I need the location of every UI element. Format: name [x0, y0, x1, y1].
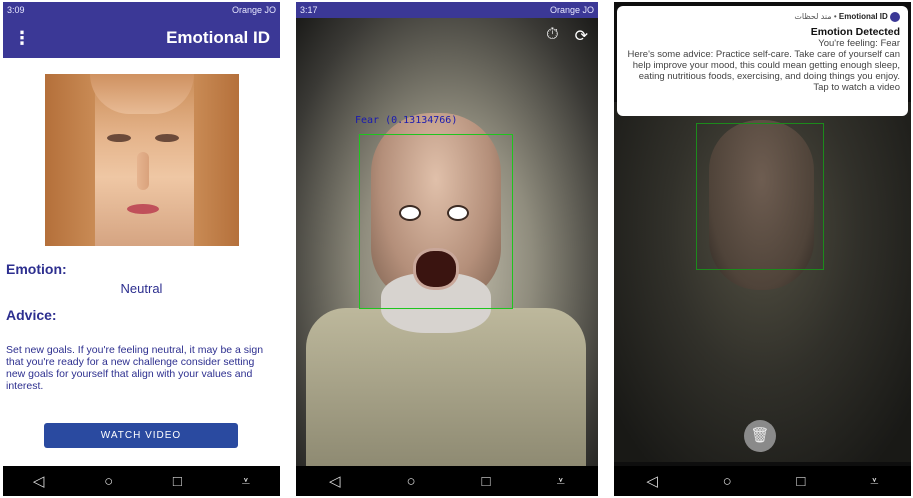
camera-screen: 3:17 Orange JO ⏱ ⟳ Fear (0.13134766) ◁ ○… [296, 2, 598, 496]
notification-source: مند لحظات [794, 12, 832, 22]
nav-bar: ◁ ○ □ ⩡ [614, 466, 911, 496]
advice-label: Advice: [6, 307, 57, 323]
watch-video-button[interactable]: WATCH VIDEO [44, 423, 238, 448]
nav-extra-icon[interactable]: ⩡ [870, 473, 878, 490]
nav-bar: ◁ ○ □ ⩡ [3, 466, 280, 496]
camera-controls: ⏱ ⟳ [546, 26, 588, 46]
home-icon[interactable]: ○ [406, 473, 415, 490]
notification-app: Emotional ID [838, 12, 888, 22]
status-carrier: Orange JO [549, 5, 594, 15]
status-time: 3:17 [300, 5, 318, 15]
status-bar: 3:09 Orange JO [3, 2, 280, 18]
notification-line2: Here's some advice: Practice self-care. … [627, 49, 900, 82]
switch-camera-icon[interactable]: ⟳ [575, 26, 588, 46]
back-icon[interactable]: ◁ [329, 472, 341, 490]
advice-text: Set new goals. If you're feeling neutral… [6, 344, 264, 392]
notification-screen: مند لحظات • Emotional ID Emotion Detecte… [614, 2, 911, 496]
app-screen-result: 3:09 Orange JO ⋮ Emotional ID Emotion: N… [3, 2, 280, 496]
more-vert-icon[interactable]: ⋮ [13, 28, 31, 49]
status-bar: 3:17 Orange JO [296, 2, 598, 18]
face-image [45, 74, 239, 246]
keyboard-hide-icon[interactable]: ⩡ [242, 473, 250, 490]
detection-label: Fear (0.13134766) [355, 115, 458, 126]
notification-card[interactable]: مند لحظات • Emotional ID Emotion Detecte… [617, 6, 908, 116]
app-bar: ⋮ Emotional ID [3, 18, 280, 58]
app-title: Emotional ID [166, 28, 270, 47]
notification-line3: Tap to watch a video [813, 82, 900, 93]
recents-icon[interactable]: □ [481, 473, 490, 490]
app-icon [890, 12, 900, 22]
back-icon[interactable]: ◁ [33, 472, 45, 490]
face-bounding-box [696, 123, 824, 270]
notification-header: مند لحظات • Emotional ID [625, 12, 900, 22]
emotion-value: Neutral [120, 281, 163, 296]
timer-icon[interactable]: ⏱ [546, 26, 558, 46]
back-icon[interactable]: ◁ [646, 472, 658, 490]
home-icon[interactable]: ○ [104, 473, 113, 490]
home-icon[interactable]: ○ [723, 473, 732, 490]
status-carrier: Orange JO [231, 5, 276, 15]
delete-icon[interactable]: 🗑 [744, 420, 776, 452]
status-time: 3:09 [7, 5, 25, 15]
emotion-label: Emotion: [6, 261, 67, 277]
keyboard-hide-icon[interactable]: ⩡ [557, 473, 565, 490]
nav-bar: ◁ ○ □ ⩡ [296, 466, 598, 496]
face-bounding-box [359, 134, 513, 309]
notification-title: Emotion Detected [810, 26, 900, 38]
recents-icon[interactable]: □ [796, 473, 805, 490]
notification-line1: You're feeling: Fear [818, 38, 900, 49]
recents-icon[interactable]: □ [173, 473, 182, 490]
